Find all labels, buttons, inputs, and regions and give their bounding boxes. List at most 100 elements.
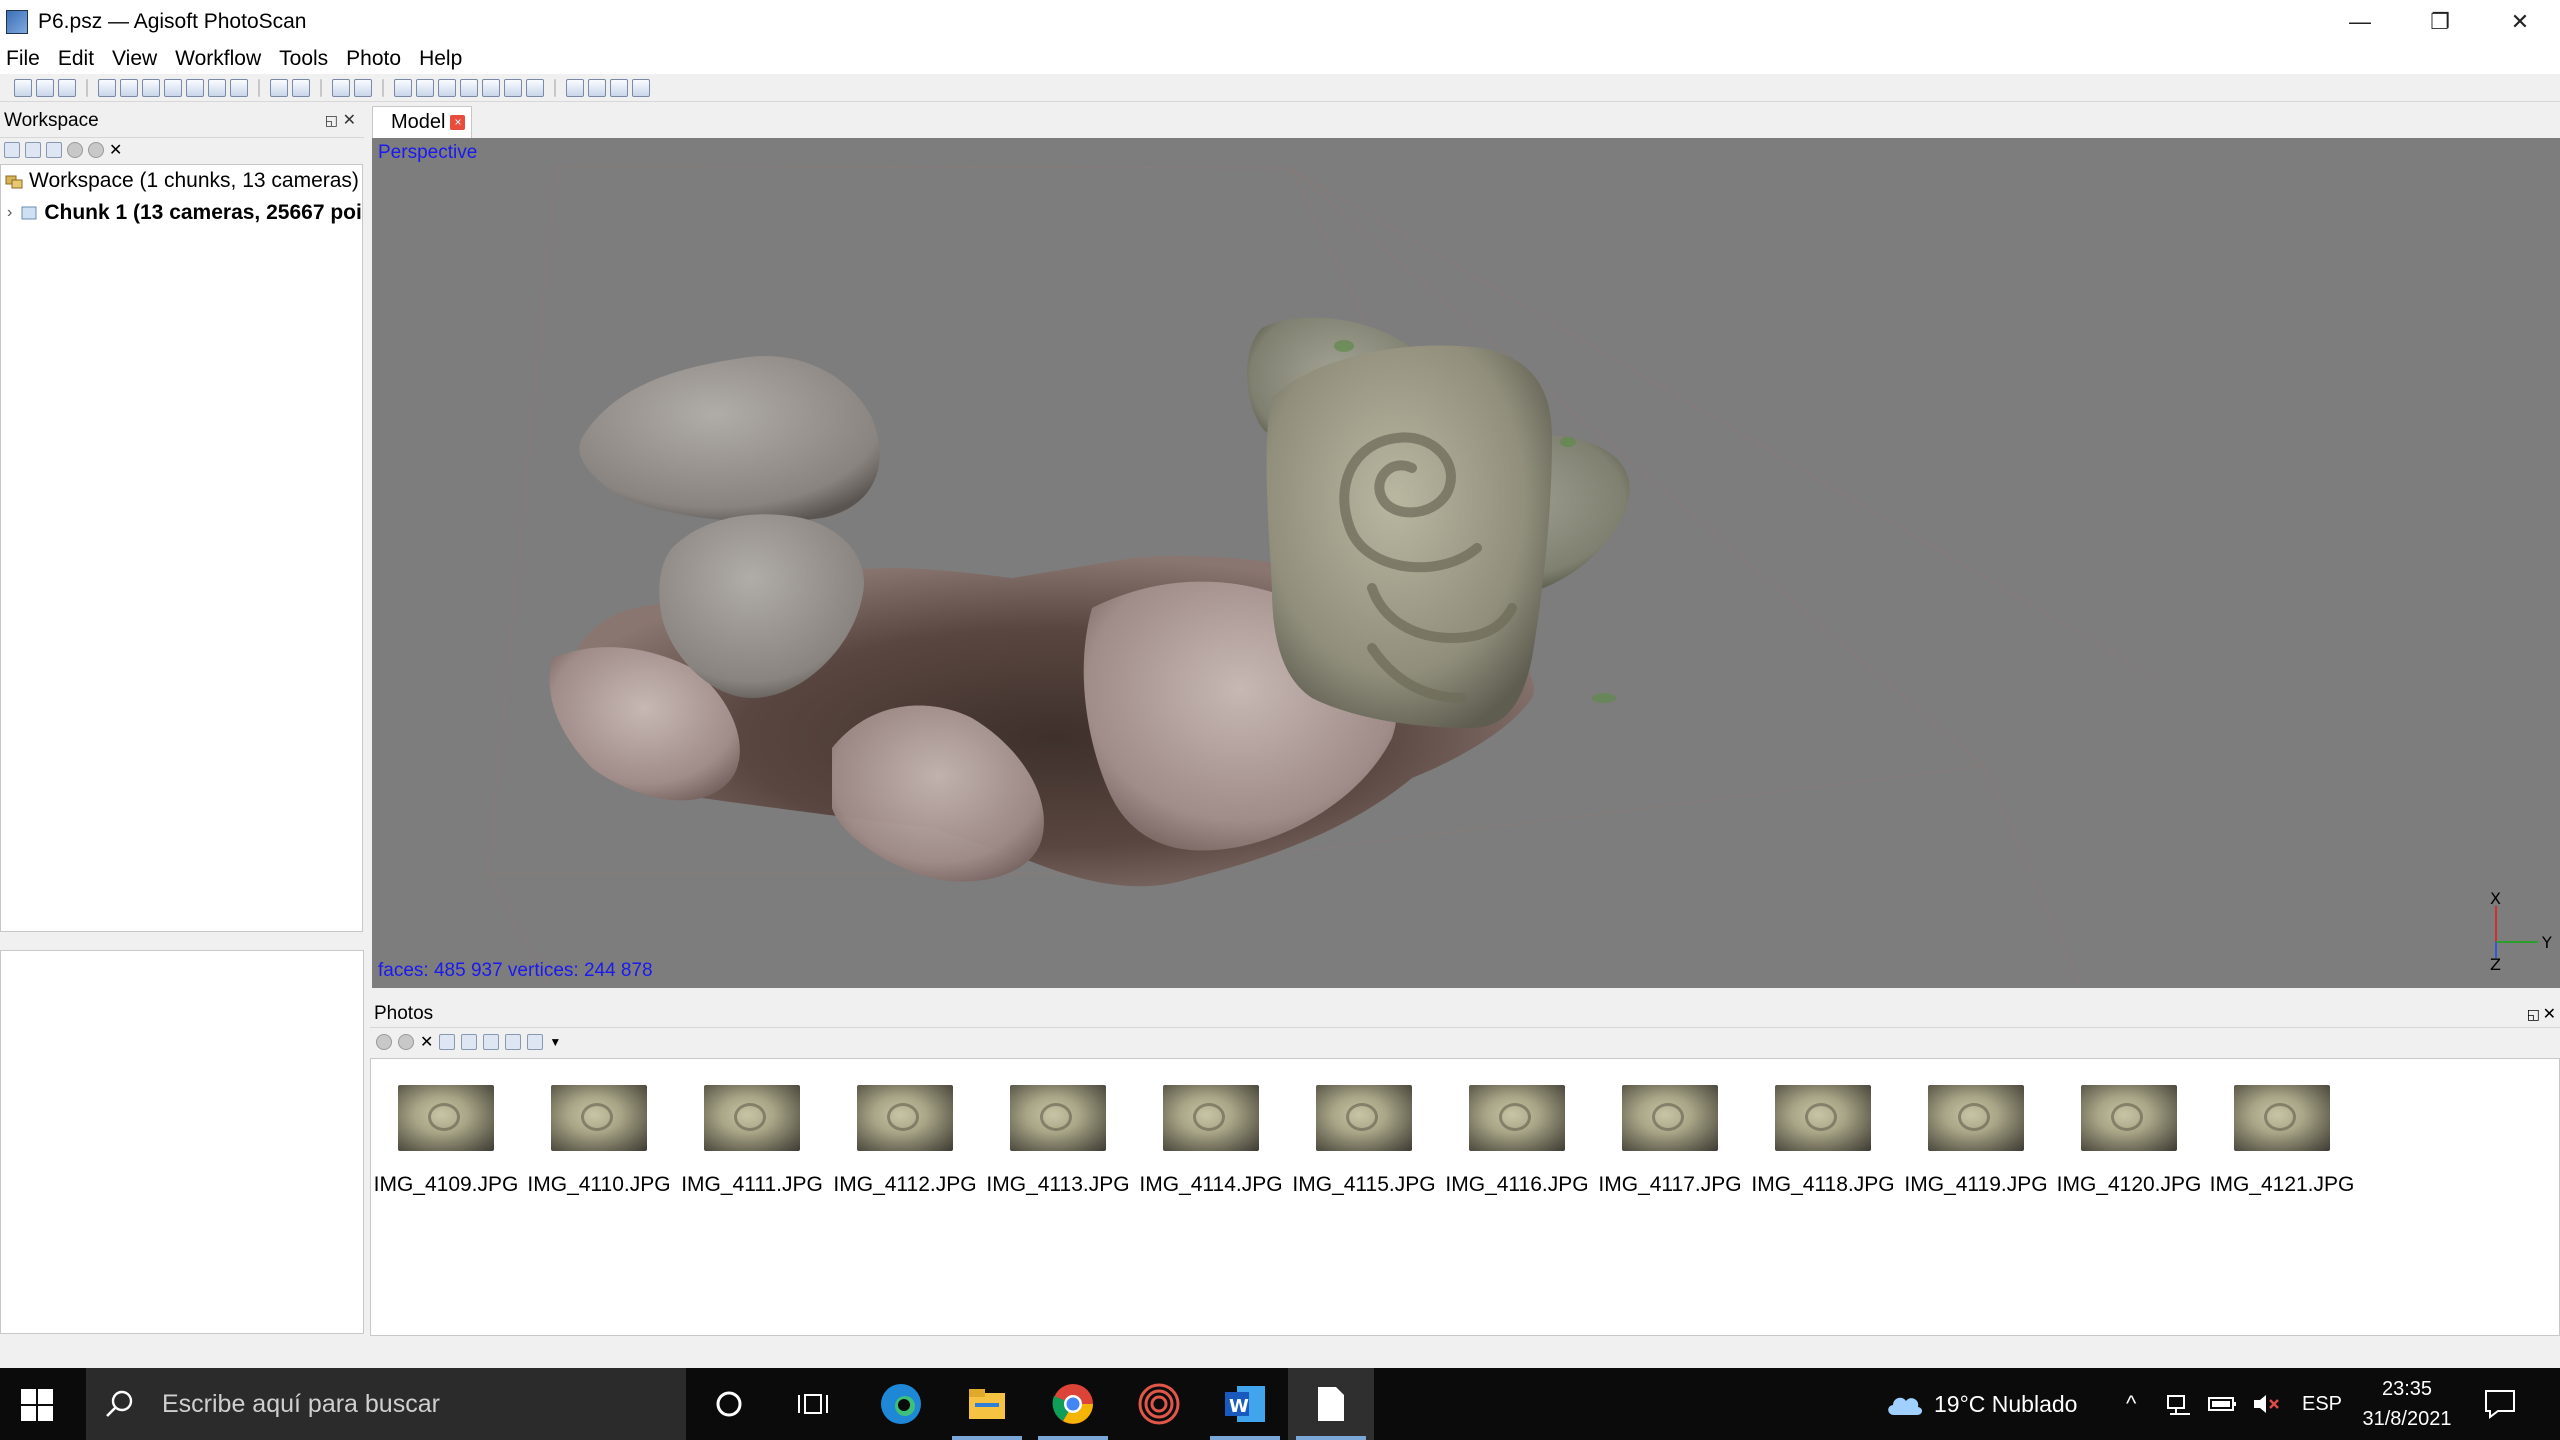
photo-filename: IMG_4114.JPG [1139,1173,1283,1196]
menu-bar: File Edit View Workflow Tools Photo Help [0,44,2560,74]
photo-thumbnail[interactable]: IMG_4119.JPG [1901,1085,2051,1197]
photo-thumbnail[interactable]: IMG_4114.JPG [1136,1085,1286,1197]
delete-selection-icon[interactable] [270,78,288,97]
close-panel-icon[interactable]: ✕ [343,110,356,130]
crop-selection-icon[interactable] [292,78,310,97]
float-panel-icon[interactable]: ◱ [325,112,338,129]
weather-widget[interactable]: 19°C Nublado [1884,1368,2077,1440]
navigation-icon[interactable] [98,78,116,97]
rotate-left-icon[interactable] [439,1034,456,1050]
open-project-icon[interactable] [36,78,54,97]
tab-bar: Model × [370,104,2560,138]
rotate-right-icon[interactable] [461,1034,478,1050]
dense-cloud-icon[interactable] [416,78,434,97]
task-view-icon[interactable] [772,1368,858,1440]
active-app-indicator [1038,1436,1108,1440]
undo-icon[interactable] [332,78,350,97]
notifications-icon[interactable] [2484,1368,2516,1440]
free-form-selection-icon[interactable] [164,78,182,97]
chrome-icon[interactable] [1030,1368,1116,1440]
disable-cameras-icon[interactable] [398,1034,414,1050]
resize-region-icon[interactable] [208,78,226,97]
solid-icon[interactable] [482,78,500,97]
show-region-icon[interactable] [610,78,628,97]
remove-icon[interactable]: ✕ [109,140,122,160]
menu-help[interactable]: Help [419,47,462,71]
photo-thumbnail[interactable]: IMG_4120.JPG [2054,1085,2204,1197]
move-region-icon[interactable] [186,78,204,97]
new-project-icon[interactable] [14,78,32,97]
photo-thumbnail[interactable]: IMG_4113.JPG [983,1085,1133,1197]
windows-start-icon[interactable] [20,1388,54,1422]
close-button[interactable]: ✕ [2480,0,2560,44]
battery-icon[interactable] [2208,1368,2238,1440]
photo-thumbnail[interactable]: IMG_4116.JPG [1442,1085,1592,1197]
enable-cameras-icon[interactable] [376,1034,392,1050]
show-markers-icon[interactable] [588,78,606,97]
view-mode-dropdown-icon[interactable]: ▼ [549,1035,561,1049]
enable-icon[interactable] [67,142,83,158]
tab-model[interactable]: Model × [372,106,473,138]
word-icon[interactable]: W [1202,1368,1288,1440]
photo-thumbnail[interactable]: IMG_4109.JPG [371,1085,521,1197]
photo-thumbnail[interactable]: IMG_4115.JPG [1289,1085,1439,1197]
tiled-model-icon[interactable] [526,78,544,97]
taskbar-search-box[interactable]: Escribe aquí para buscar [86,1368,686,1440]
toolbar-separator [554,78,556,97]
menu-file[interactable]: File [6,47,40,71]
photo-thumbnail[interactable]: IMG_4121.JPG [2207,1085,2357,1197]
show-cameras-icon[interactable] [566,78,584,97]
model-viewport[interactable]: Perspective faces: 485 937 vertices: 244… [372,138,2560,988]
reset-view-icon[interactable] [632,78,650,97]
menu-edit[interactable]: Edit [58,47,94,71]
photo-image [1775,1085,1871,1151]
reset-filter-icon[interactable] [483,1034,500,1050]
axis-gizmo: X Y Z [2490,892,2552,972]
shaded-icon[interactable] [460,78,478,97]
menu-tools[interactable]: Tools [279,47,328,71]
wireframe-icon[interactable] [438,78,456,97]
photo-thumbnail[interactable]: IMG_4118.JPG [1748,1085,1898,1197]
filter-by-selection-icon[interactable] [505,1034,522,1050]
add-photos-icon[interactable] [25,142,41,158]
rotate-region-icon[interactable] [230,78,248,97]
workspace-toolbar: ✕ [0,138,364,162]
disable-icon[interactable] [88,142,104,158]
minimize-button[interactable]: — [2320,0,2400,44]
show-hidden-icons-icon[interactable]: ^ [2126,1368,2136,1440]
view-mode-icon[interactable] [527,1034,544,1050]
language-indicator[interactable]: ESP [2302,1368,2342,1440]
restore-button[interactable]: ❐ [2400,0,2480,44]
menu-workflow[interactable]: Workflow [175,47,261,71]
redo-icon[interactable] [354,78,372,97]
network-icon[interactable] [2166,1368,2192,1440]
photo-thumbnail[interactable]: IMG_4110.JPG [524,1085,674,1197]
textured-icon[interactable] [504,78,522,97]
properties-panel [0,950,364,1334]
menu-photo[interactable]: Photo [346,47,401,71]
chunk-item[interactable]: › Chunk 1 (13 cameras, 25667 poi [1,197,362,229]
rectangle-selection-icon[interactable] [120,78,138,97]
photoscan-taskbar-icon[interactable] [1116,1368,1202,1440]
add-chunk-icon[interactable] [4,142,20,158]
workspace-root-item[interactable]: Workspace (1 chunks, 13 cameras) [1,165,362,197]
cortana-icon[interactable] [686,1368,772,1440]
save-project-icon[interactable] [58,78,76,97]
circle-selection-icon[interactable] [142,78,160,97]
float-panel-icon[interactable]: ◱ [2527,1006,2540,1023]
menu-view[interactable]: View [112,47,157,71]
blank-document-icon[interactable] [1288,1368,1374,1440]
expand-chevron-icon[interactable]: › [7,204,12,222]
point-cloud-icon[interactable] [394,78,412,97]
close-tab-icon[interactable]: × [450,115,466,130]
photo-thumbnail[interactable]: IMG_4111.JPG [677,1085,827,1197]
speaker-muted-icon[interactable] [2252,1368,2282,1440]
file-explorer-icon[interactable] [944,1368,1030,1440]
edge-browser-icon[interactable] [858,1368,944,1440]
photo-thumbnail[interactable]: IMG_4112.JPG [830,1085,980,1197]
add-folder-icon[interactable] [46,142,62,158]
photo-thumbnail[interactable]: IMG_4117.JPG [1595,1085,1745,1197]
clock[interactable]: 23:35 31/8/2021 [2362,1368,2452,1440]
close-panel-icon[interactable]: ✕ [2543,1004,2556,1024]
remove-cameras-icon[interactable]: ✕ [420,1032,433,1052]
